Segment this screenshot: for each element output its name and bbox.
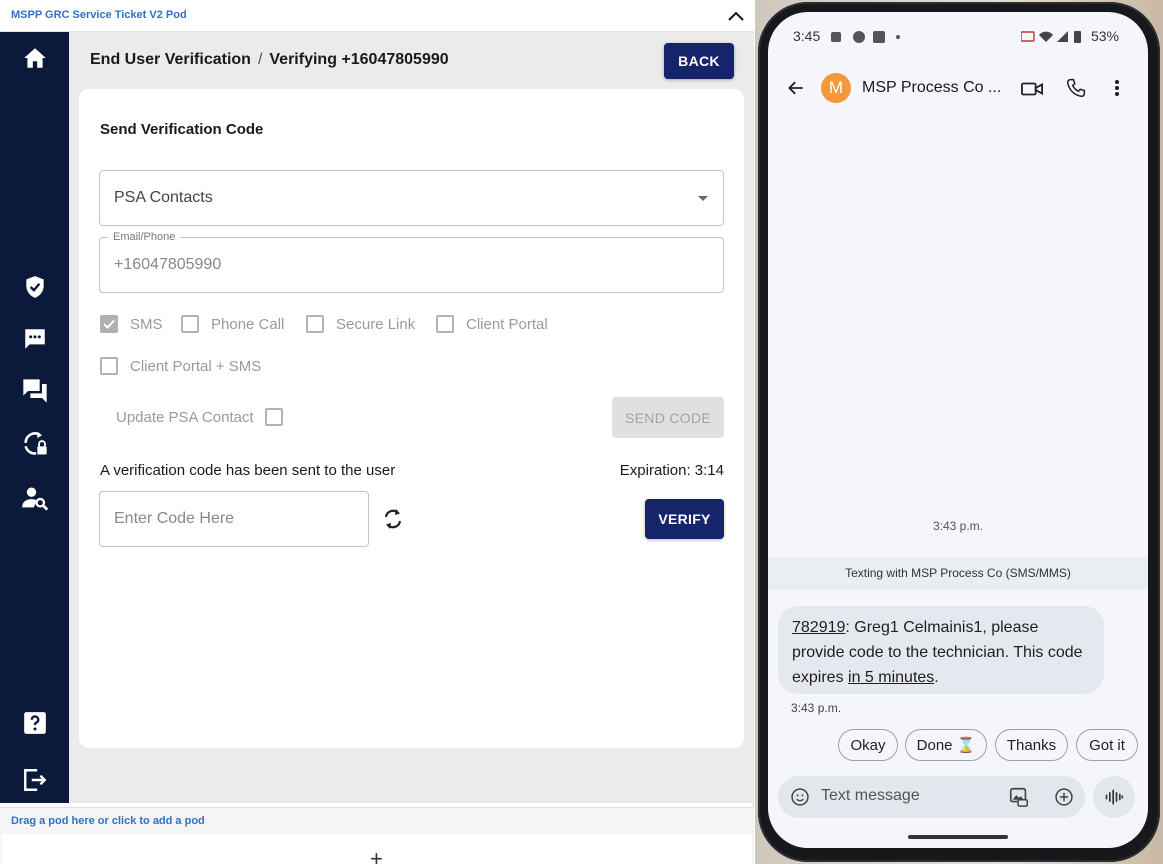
update-psa-contact-option[interactable]: Update PSA Contact	[116, 408, 283, 426]
email-phone-value: +16047805990	[114, 256, 222, 273]
method-sms[interactable]: SMS	[100, 315, 163, 333]
phone-call-icon[interactable]	[1066, 78, 1086, 98]
quick-reply-okay[interactable]: Okay	[838, 729, 898, 761]
quick-reply-thanks[interactable]: Thanks	[995, 729, 1068, 761]
shield-check-icon[interactable]	[20, 272, 50, 302]
verification-code-input[interactable]	[99, 491, 369, 547]
chevron-up-icon[interactable]	[726, 8, 746, 24]
breadcrumb-section: End User Verification	[90, 51, 251, 68]
breadcrumb-separator: /	[257, 51, 263, 68]
video-call-icon[interactable]	[1021, 80, 1043, 98]
sidebar	[0, 32, 69, 803]
method-label: SMS	[130, 315, 163, 333]
gallery-icon[interactable]	[1008, 786, 1030, 808]
send-code-button[interactable]: SEND CODE	[612, 397, 724, 438]
checkbox-icon[interactable]	[181, 315, 199, 333]
card-title: Send Verification Code	[100, 121, 264, 138]
pod-title: MSPP GRC Service Ticket V2 Pod	[11, 9, 187, 21]
contact-name[interactable]: MSP Process Co ...	[862, 79, 1001, 97]
voice-waveform-icon	[1105, 789, 1124, 805]
code-sent-message: A verification code has been sent to the…	[100, 462, 396, 479]
dropdown-caret-icon	[698, 196, 708, 201]
texting-with-banner: Texting with MSP Process Co (SMS/MMS)	[768, 557, 1148, 590]
notification-icons	[831, 31, 900, 43]
conversation-header: M MSP Process Co ...	[768, 66, 1148, 112]
more-options-icon[interactable]	[1110, 78, 1124, 98]
battery-level: 53%	[1090, 28, 1119, 44]
method-label: Client Portal + SMS	[130, 357, 262, 375]
emoji-icon[interactable]	[790, 787, 810, 807]
verification-card: Send Verification Code PSA Contacts Emai…	[79, 89, 744, 748]
method-client-portal-sms[interactable]: Client Portal + SMS	[100, 357, 261, 375]
method-label: Phone Call	[211, 315, 285, 333]
user-search-icon[interactable]	[20, 483, 50, 513]
contact-source-value: PSA Contacts	[114, 189, 213, 206]
checkbox-icon[interactable]	[306, 315, 324, 333]
breadcrumb: End User Verification / Verifying +1604780…	[90, 51, 449, 69]
home-icon[interactable]	[20, 43, 50, 73]
checkbox-icon[interactable]	[436, 315, 454, 333]
back-button[interactable]: BACK	[664, 43, 734, 79]
method-secure-link[interactable]: Secure Link	[306, 315, 415, 333]
refresh-icon[interactable]	[381, 506, 405, 532]
message-time: 3:43 p.m.	[791, 701, 842, 715]
contact-avatar[interactable]: M	[821, 73, 851, 103]
method-label: Secure Link	[336, 315, 416, 333]
pod-header: MSPP GRC Service Ticket V2 Pod	[0, 0, 754, 32]
logout-icon[interactable]	[20, 765, 50, 795]
gesture-home-bar[interactable]	[908, 835, 1008, 839]
contact-source-select[interactable]: PSA Contacts	[99, 170, 724, 226]
compose-input[interactable]: Text message	[821, 787, 920, 805]
add-pod-dropzone[interactable]: +	[2, 834, 752, 864]
status-indicators-icon	[1021, 31, 1081, 43]
compose-bar[interactable]: Text message	[778, 776, 1085, 818]
update-psa-label: Update PSA Contact	[116, 408, 254, 426]
message-timestamp: 3:43 p.m.	[932, 519, 984, 533]
add-pod-plus-icon[interactable]: +	[370, 848, 383, 864]
message-text-end: .	[934, 669, 939, 686]
lock-reset-icon[interactable]	[20, 429, 50, 459]
status-time: 3:45	[793, 28, 821, 44]
checkbox-icon[interactable]	[100, 357, 118, 375]
phone-screen: 3:45 53% M MSP Process Co ... 3:43 p.m. …	[768, 12, 1148, 848]
service-ticket-pod: MSPP GRC Service Ticket V2 Pod End User …	[0, 0, 754, 864]
add-attachment-icon[interactable]	[1054, 787, 1074, 807]
method-client-portal[interactable]: Client Portal	[436, 315, 548, 333]
main-content: End User Verification / Verifying +1604780…	[69, 32, 754, 803]
verify-button[interactable]: VERIFY	[645, 499, 724, 539]
chat-icon[interactable]	[20, 324, 50, 354]
breadcrumb-current: Verifying +16047805990	[269, 51, 449, 68]
method-label: Client Portal	[466, 315, 548, 333]
add-pod-area[interactable]: Drag a pod here or click to add a pod +	[0, 807, 754, 864]
verification-code-link[interactable]: 782919	[792, 619, 845, 636]
voice-message-button[interactable]	[1093, 776, 1135, 818]
add-pod-label: Drag a pod here or click to add a pod	[11, 815, 205, 827]
back-arrow-icon[interactable]	[786, 78, 806, 98]
help-icon[interactable]	[20, 708, 50, 738]
email-phone-field[interactable]: Email/Phone +16047805990	[99, 231, 724, 293]
checkbox-icon[interactable]	[264, 408, 283, 426]
expiration-timer: Expiration: 3:14	[619, 462, 724, 479]
email-phone-label: Email/Phone	[108, 231, 181, 243]
forum-icon[interactable]	[20, 376, 50, 406]
expiry-link[interactable]: in 5 minutes	[848, 669, 934, 686]
incoming-message-bubble[interactable]: 782919: Greg1 Celmainis1, please provide…	[778, 606, 1104, 694]
quick-reply-done[interactable]: Done ⌛	[905, 729, 987, 761]
checkbox-checked-icon[interactable]	[100, 315, 118, 333]
method-phone-call[interactable]: Phone Call	[181, 315, 284, 333]
quick-reply-got-it[interactable]: Got it	[1076, 729, 1138, 761]
